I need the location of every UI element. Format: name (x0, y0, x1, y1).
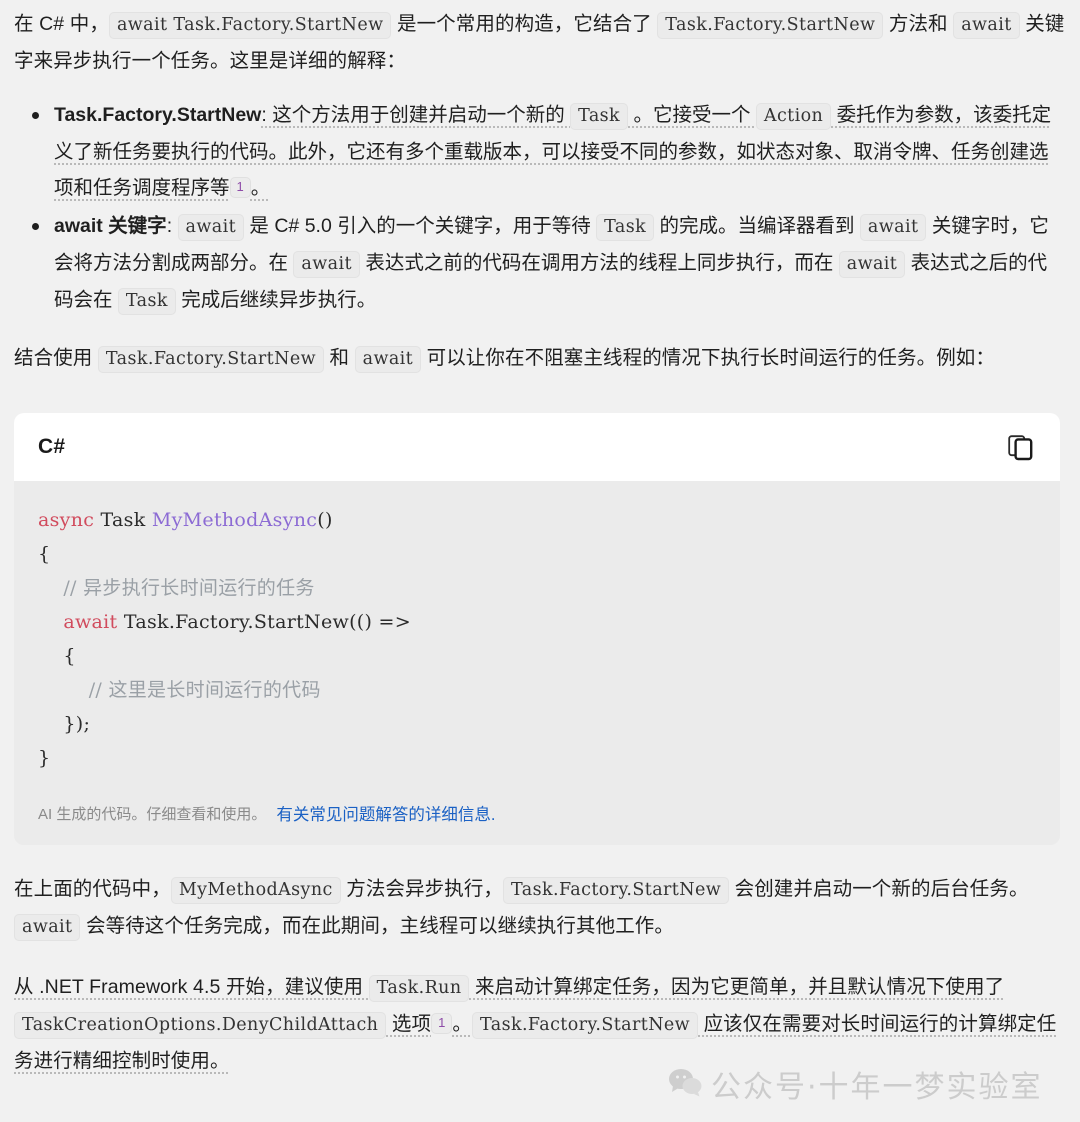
code-block-header: C# (14, 413, 1060, 481)
citation-badge[interactable]: 1 (431, 1013, 453, 1034)
inline-code-await: await (354, 346, 422, 373)
bullet-2-text-7: 完成后继续异步执行。 (175, 289, 377, 311)
ai-disclaimer-text: AI 生成的代码。仔细查看和使用。 (38, 805, 267, 823)
bullet-1-text-2: 。它接受一个 (628, 104, 756, 126)
code-block: C# async Task MyMethodAsync() { // 异步执行长… (14, 413, 1060, 845)
intro-text-2: 是一个常用的构造，它结合了 (391, 13, 658, 35)
code-line-2: { (38, 543, 51, 565)
code-block-footer: AI 生成的代码。仔细查看和使用。 有关常见问题解答的详细信息. (14, 785, 1060, 845)
combine-text-2: 和 (323, 347, 355, 369)
inline-code-taskrun: Task.Run (368, 975, 470, 1002)
net-text-1: 从 .NET Framework 4.5 开始，建议使用 (14, 976, 369, 998)
citation-badge[interactable]: 1 (229, 177, 251, 198)
copy-icon[interactable] (1004, 430, 1038, 464)
after-text-1: 在上面的代码中， (14, 878, 171, 900)
inline-code-startnew: Task.Factory.StartNew (97, 346, 324, 373)
code-content[interactable]: async Task MyMethodAsync() { // 异步执行长时间运… (14, 503, 1060, 775)
list-item: await 关键字: await 是 C# 5.0 引入的一个关键字，用于等待 … (32, 208, 1066, 319)
bullet-2-text-5: 表达式之前的代码在调用方法的线程上同步执行，而在 (359, 252, 839, 274)
faq-link[interactable]: 有关常见问题解答的详细信息. (276, 801, 495, 825)
inline-code-mymethodasync: MyMethodAsync (170, 877, 341, 904)
net-framework-paragraph: 从 .NET Framework 4.5 开始，建议使用 Task.Run 来启… (14, 969, 1066, 1079)
inline-code-startnew: Task.Factory.StartNew (503, 877, 730, 904)
inline-code-await: await (14, 914, 81, 941)
code-language-label: C# (38, 435, 66, 458)
net-text-2: 来启动计算绑定任务，因为它更简单，并且默认情况下使用了 (469, 976, 1005, 998)
code-type-task: Task (94, 509, 152, 531)
intro-text-3: 方法和 (883, 13, 954, 35)
inline-code-task: Task (596, 214, 655, 241)
article-page: 在 C# 中， await Task.Factory.StartNew 是一个常用… (0, 0, 1080, 1122)
bullet-1-text-1: : 这个方法用于创建并启动一个新的 (261, 104, 571, 126)
code-keyword-await: await (63, 611, 118, 633)
after-code-paragraph: 在上面的代码中， MyMethodAsync 方法会异步执行， Task.Facto… (14, 871, 1066, 945)
inline-code-action: Action (755, 103, 832, 130)
code-keyword-async: async (38, 509, 95, 531)
inline-code-denychildattach: TaskCreationOptions.DenyChildAttach (14, 1012, 387, 1039)
net-text-4: 。 (452, 1013, 473, 1035)
combine-paragraph: 结合使用 Task.Factory.StartNew 和 await 可以让你在… (14, 340, 1066, 377)
inline-code-await: await (838, 251, 906, 278)
code-line-1-rest: () (317, 509, 333, 531)
code-block-body: async Task MyMethodAsync() { // 异步执行长时间运… (14, 481, 1060, 785)
combine-text-1: 结合使用 (14, 347, 98, 369)
inline-code-await: await (953, 12, 1020, 39)
code-line-4-rest: Task.Factory.StartNew(() => (117, 611, 411, 633)
code-line-8: } (38, 747, 51, 769)
code-function-name: MyMethodAsync (151, 509, 318, 531)
code-line-5: { (38, 645, 76, 667)
intro-text-1: 在 C# 中， (14, 13, 109, 35)
code-line-7: }); (38, 713, 91, 735)
combine-text-3: 可以让你在不阻塞主线程的情况下执行长时间运行的任务。例如： (421, 347, 996, 369)
after-text-4: 会等待这个任务完成，而在此期间，主线程可以继续执行其他工作。 (80, 915, 675, 937)
inline-code-task: Task (117, 288, 176, 315)
code-comment-1: // 异步执行长时间运行的任务 (38, 577, 315, 599)
intro-paragraph: 在 C# 中， await Task.Factory.StartNew 是一个常用… (14, 0, 1066, 79)
list-item: Task.Factory.StartNew: 这个方法用于创建并启动一个新的 T… (32, 97, 1066, 206)
inline-code-await-startnew: await Task.Factory.StartNew (108, 12, 392, 39)
code-comment-2: // 这里是长时间运行的代码 (38, 679, 321, 701)
inline-code-await: await (859, 214, 927, 241)
bullet-2-text-3: 的完成。当编译器看到 (654, 215, 860, 237)
bullet-2-text-2: 是 C# 5.0 引入的一个关键字，用于等待 (244, 215, 597, 237)
bullet-1-text-4: 。 (250, 177, 271, 199)
explanation-list: Task.Factory.StartNew: 这个方法用于创建并启动一个新的 T… (14, 97, 1066, 319)
after-text-3: 会创建并启动一个新的后台任务。 (729, 878, 1029, 900)
bullet-2-text-1: : (166, 215, 178, 237)
bullet-2-lead: await 关键字 (54, 215, 167, 237)
inline-code-startnew: Task.Factory.StartNew (657, 12, 884, 39)
code-line-4-indent (38, 611, 63, 633)
inline-code-await: await (177, 214, 245, 241)
after-text-2: 方法会异步执行， (340, 878, 504, 900)
inline-code-await: await (293, 251, 360, 278)
net-text-3: 选项 (386, 1013, 432, 1035)
inline-code-task: Task (570, 103, 629, 130)
inline-code-startnew: Task.Factory.StartNew (472, 1012, 699, 1039)
bullet-1-lead: Task.Factory.StartNew (54, 104, 262, 126)
